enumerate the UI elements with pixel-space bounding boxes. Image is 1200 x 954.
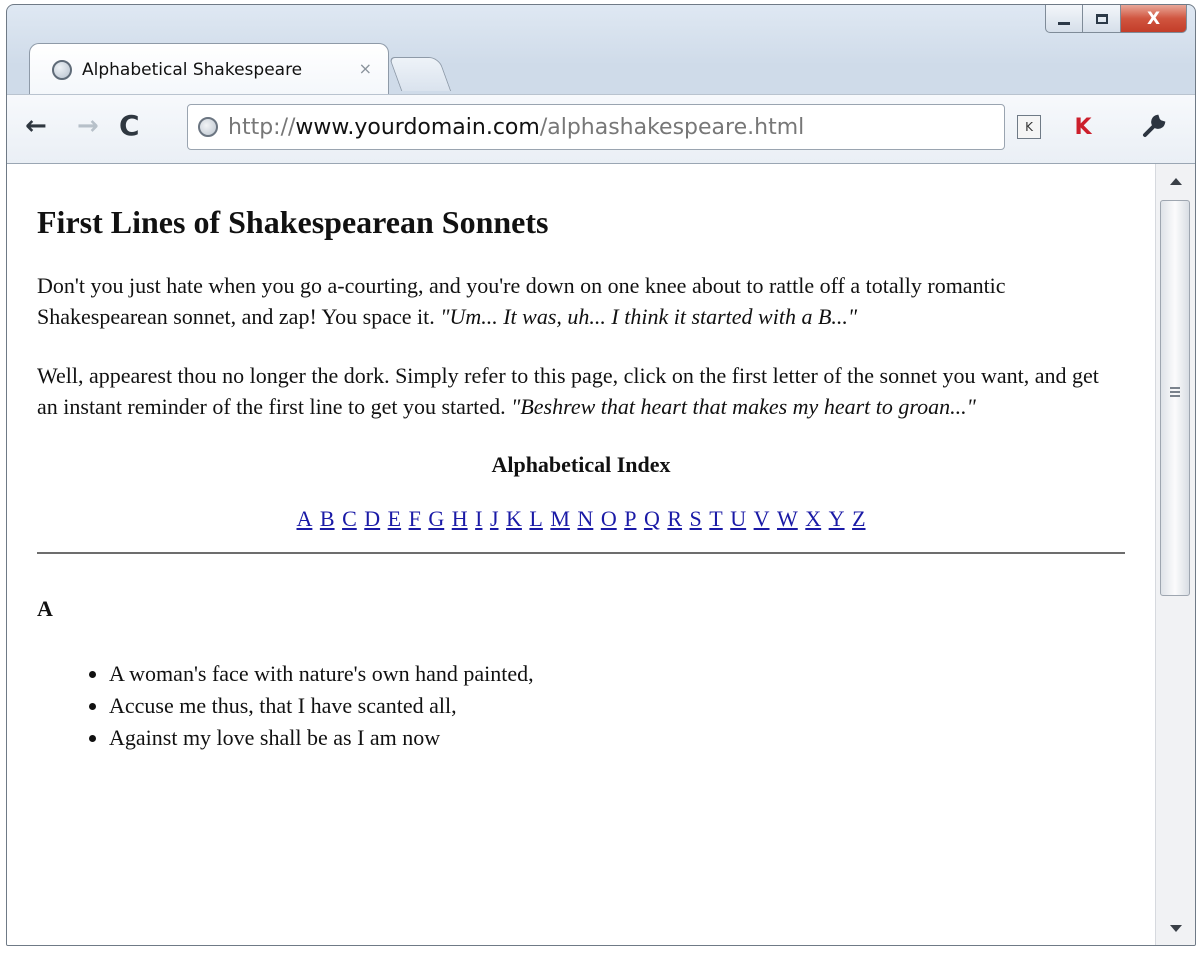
tab-alphabetical-shakespeare[interactable]: Alphabetical Shakespeare ×	[29, 43, 389, 95]
letter-link-s[interactable]: S	[690, 506, 702, 531]
url-domain: www.yourdomain.com	[295, 114, 540, 140]
letter-link-l[interactable]: L	[529, 506, 542, 531]
page-globe-icon	[52, 59, 72, 80]
letter-link-i[interactable]: I	[475, 506, 482, 531]
forward-arrow-icon[interactable]: →	[77, 111, 99, 141]
wrench-menu-icon[interactable]	[1137, 109, 1171, 143]
letter-link-y[interactable]: Y	[829, 506, 845, 531]
window-controls: X	[1045, 5, 1187, 35]
instructions-paragraph: Well, appearest thou no longer the dork.…	[37, 360, 1125, 422]
tab-title: Alphabetical Shakespeare	[82, 59, 303, 80]
grip-icon	[1170, 387, 1180, 397]
index-heading: Alphabetical Index	[491, 452, 671, 477]
letter-link-m[interactable]: M	[550, 506, 570, 531]
close-window-button[interactable]: X	[1121, 5, 1187, 33]
section-divider	[37, 552, 1125, 554]
list-item: A woman's face with nature's own hand pa…	[109, 658, 1125, 690]
letter-link-k[interactable]: K	[506, 506, 522, 531]
scroll-down-arrow-icon[interactable]	[1170, 925, 1182, 932]
sonnet-lines-list-a: A woman's face with nature's own hand pa…	[37, 658, 1125, 754]
letter-link-o[interactable]: O	[601, 506, 617, 531]
page-title: First Lines of Shakespearean Sonnets	[37, 204, 549, 240]
letter-link-q[interactable]: Q	[644, 506, 660, 531]
list-item: Against my love shall be as I am now	[109, 722, 1125, 754]
scroll-up-arrow-icon[interactable]	[1170, 178, 1182, 185]
back-arrow-icon[interactable]: ←	[25, 111, 47, 141]
letter-link-h[interactable]: H	[452, 506, 468, 531]
vertical-scrollbar[interactable]	[1155, 164, 1195, 945]
intro-paragraph: Don't you just hate when you go a-courti…	[37, 270, 1125, 332]
section-heading-a: A	[37, 596, 53, 621]
new-tab-button[interactable]	[388, 57, 452, 91]
scrollbar-thumb[interactable]	[1160, 200, 1190, 596]
letter-link-v[interactable]: V	[754, 506, 770, 531]
maximize-button[interactable]	[1083, 5, 1121, 33]
intro-quote: "Um... It was, uh... I think it started …	[440, 304, 858, 329]
address-bar[interactable]: http://www.yourdomain.com/alphashakespea…	[187, 104, 1005, 150]
tab-close-icon[interactable]: ×	[359, 59, 372, 78]
instructions-quote: "Beshrew that heart that makes my heart …	[511, 394, 976, 419]
letter-link-e[interactable]: E	[388, 506, 401, 531]
alphabet-index: A B C D E F G H I J K L M N O P Q R S T	[37, 504, 1125, 534]
kaspersky-extension-icon[interactable]: K	[1071, 115, 1095, 140]
letter-link-a[interactable]: A	[296, 506, 312, 531]
extension-k-icon[interactable]: K	[1017, 115, 1041, 139]
letter-link-j[interactable]: J	[490, 506, 499, 531]
letter-link-f[interactable]: F	[409, 506, 421, 531]
page-content: First Lines of Shakespearean Sonnets Don…	[7, 202, 1155, 754]
url-prefix: http://	[228, 114, 296, 140]
letter-link-x[interactable]: X	[805, 506, 821, 531]
letter-link-p[interactable]: P	[624, 506, 636, 531]
letter-link-t[interactable]: T	[709, 506, 722, 531]
close-icon: X	[1146, 8, 1161, 29]
browser-toolbar: ← → C http://www.yourdomain.com/alphasha…	[7, 94, 1195, 164]
letter-link-u[interactable]: U	[730, 506, 746, 531]
page-globe-icon	[198, 117, 218, 137]
reload-icon[interactable]: C	[119, 111, 140, 141]
letter-link-z[interactable]: Z	[852, 506, 865, 531]
page-viewport: First Lines of Shakespearean Sonnets Don…	[7, 164, 1155, 945]
letter-link-w[interactable]: W	[777, 506, 798, 531]
letter-link-d[interactable]: D	[364, 506, 380, 531]
letter-link-b[interactable]: B	[320, 506, 335, 531]
url-text: http://www.yourdomain.com/alphashakespea…	[228, 115, 804, 140]
wrench-icon	[1143, 114, 1166, 137]
browser-window: X Alphabetical Shakespeare × ← → C http:…	[6, 4, 1196, 946]
letter-link-g[interactable]: G	[428, 506, 444, 531]
minimize-icon	[1058, 21, 1070, 25]
minimize-button[interactable]	[1045, 5, 1083, 33]
maximize-icon	[1095, 13, 1108, 24]
list-item: Accuse me thus, that I have scanted all,	[109, 690, 1125, 722]
url-path: /alphashakespeare.html	[539, 114, 805, 140]
letter-link-c[interactable]: C	[342, 506, 357, 531]
letter-link-n[interactable]: N	[577, 506, 593, 531]
letter-link-r[interactable]: R	[667, 506, 682, 531]
